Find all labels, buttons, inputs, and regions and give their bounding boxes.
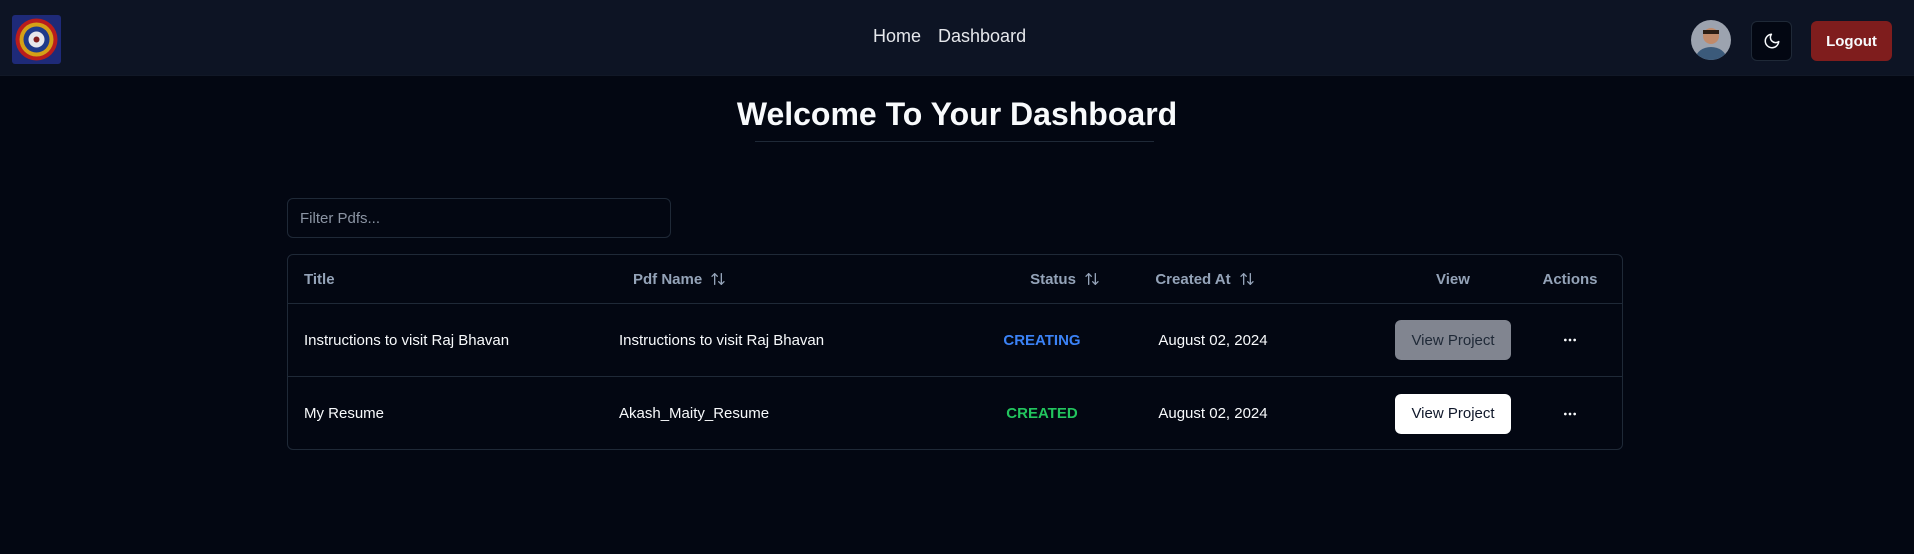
header-actions: Actions	[1542, 270, 1598, 288]
row-pdf-name: Akash_Maity_Resume	[619, 405, 770, 422]
logout-button[interactable]: Logout	[1811, 21, 1892, 61]
ellipsis-icon	[1564, 412, 1576, 415]
row-actions-cell	[1528, 304, 1612, 376]
nav-link-dashboard[interactable]: Dashboard	[938, 26, 1026, 50]
table-header-row: Title Pdf Name Status Created At View Ac…	[288, 255, 1622, 304]
site-logo[interactable]	[12, 15, 61, 64]
view-project-button[interactable]: View Project	[1395, 320, 1511, 360]
moon-icon	[1764, 33, 1779, 49]
row-created-at: August 02, 2024	[1158, 331, 1268, 349]
row-title: My Resume	[304, 405, 385, 422]
row-actions-button[interactable]	[1554, 324, 1586, 356]
header-status-label: Status	[1030, 270, 1076, 288]
filter-pdfs-input[interactable]	[287, 198, 671, 238]
ellipsis-icon	[1564, 338, 1576, 342]
sort-pdf-name-button[interactable]: Pdf Name	[633, 271, 726, 288]
row-actions-button[interactable]	[1554, 398, 1586, 430]
header-created-at: Created At	[1085, 255, 1325, 303]
sort-created-at-button[interactable]: Created At	[1155, 271, 1254, 288]
table-row: My Resume Akash_Maity_Resume CREATED Aug…	[288, 377, 1622, 449]
header-pdf-name: Pdf Name	[633, 255, 933, 303]
nav-links: Home Dashboard	[873, 26, 1026, 50]
row-pdf-name: Instructions to visit Raj Bhavan	[619, 331, 825, 349]
arrow-up-down-icon	[1239, 273, 1254, 285]
header-title: Title	[304, 270, 335, 288]
table-row: Instructions to visit Raj Bhavan Instruc…	[288, 304, 1622, 377]
row-created-at: August 02, 2024	[1158, 405, 1268, 422]
arrow-up-down-icon	[711, 273, 725, 285]
user-avatar[interactable]	[1691, 20, 1731, 60]
page-title: Welcome To Your Dashboard	[736, 96, 1178, 132]
theme-toggle-button[interactable]	[1751, 21, 1792, 61]
row-actions-cell	[1528, 377, 1612, 449]
pdf-table: Title Pdf Name Status Created At View Ac…	[287, 254, 1623, 450]
view-project-button[interactable]: View Project	[1395, 393, 1511, 434]
title-underline	[755, 141, 1154, 142]
top-navbar: Home Dashboard Logout	[0, 0, 1914, 76]
row-title: Instructions to visit Raj Bhavan	[304, 331, 510, 349]
header-created-at-label: Created At	[1155, 270, 1231, 288]
nav-link-home[interactable]: Home	[873, 26, 921, 50]
header-pdf-name-label: Pdf Name	[633, 270, 703, 288]
